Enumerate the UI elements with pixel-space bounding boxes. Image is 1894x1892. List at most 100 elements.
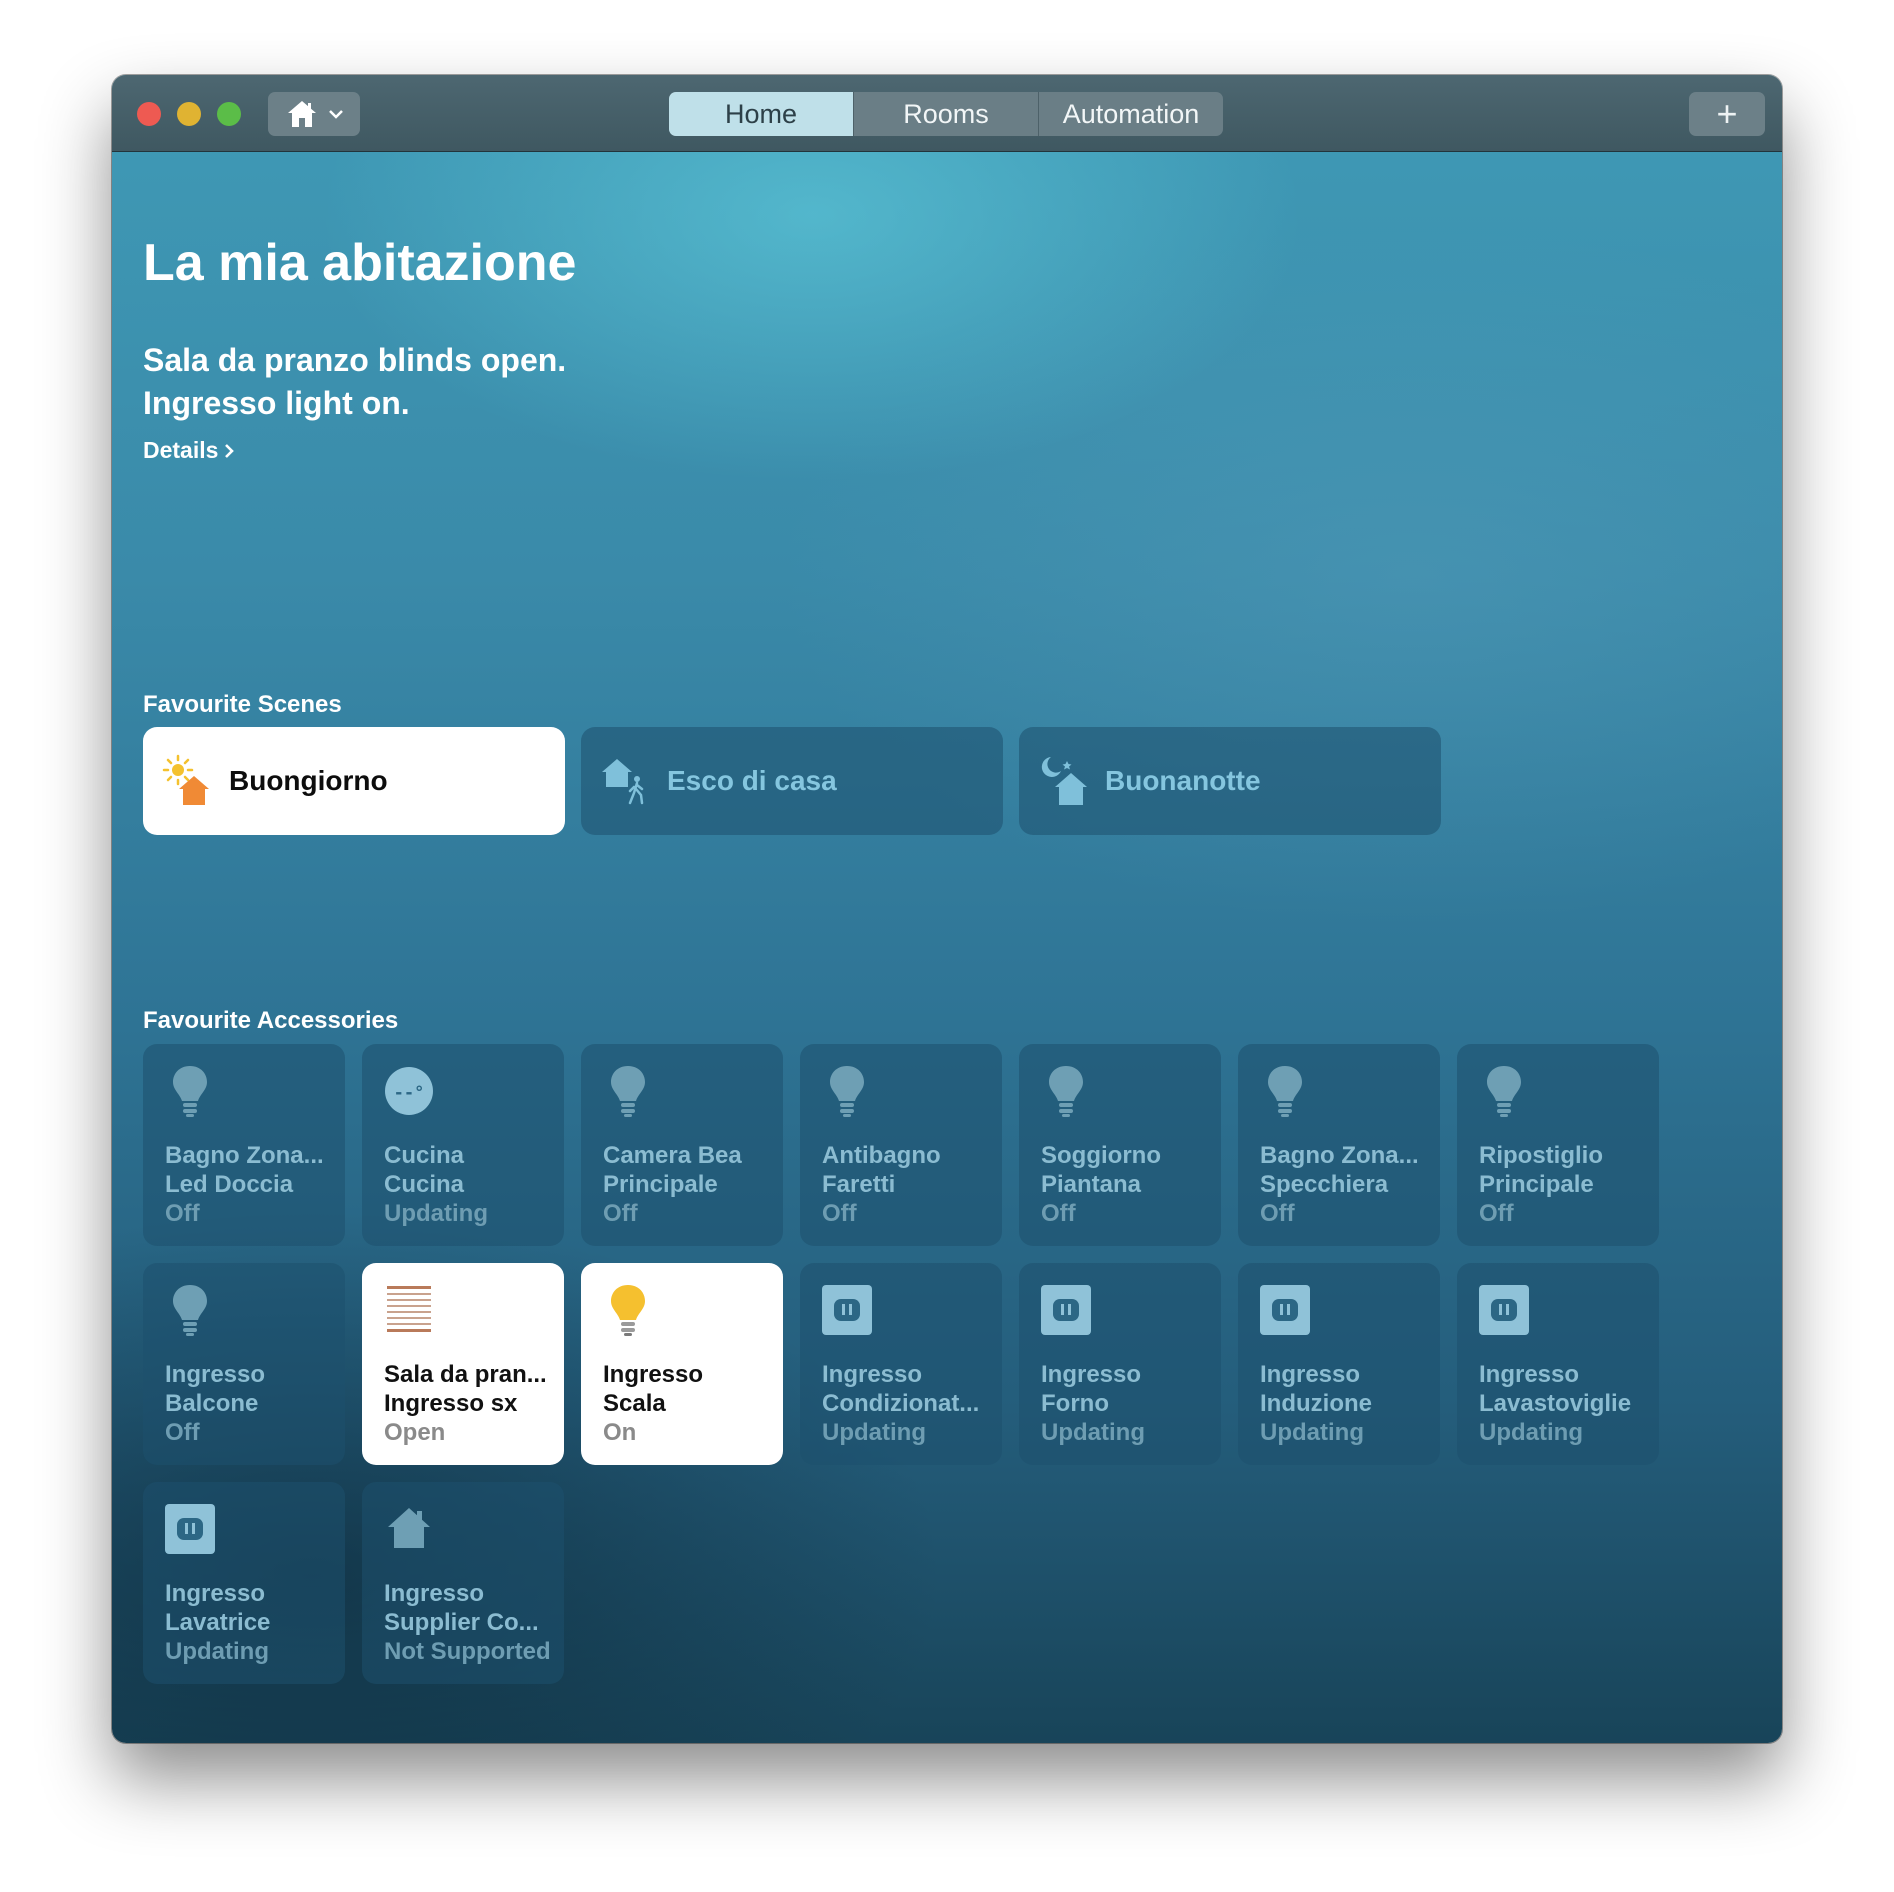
home-selector-button[interactable]	[268, 92, 360, 136]
house-icon	[288, 101, 316, 127]
view-tabs: Home Rooms Automation	[669, 92, 1223, 136]
accessory-name: Principale	[1479, 1171, 1594, 1198]
accessory-name: Forno	[1041, 1390, 1109, 1417]
house-icon	[384, 1502, 434, 1556]
accessory-tile[interactable]: Antibagno Faretti Off	[800, 1044, 1002, 1246]
tab-automation[interactable]: Automation	[1038, 92, 1223, 136]
lightbulb-icon	[603, 1064, 653, 1118]
accessory-tile[interactable]: Camera Bea Principale Off	[581, 1044, 783, 1246]
accessory-tile[interactable]: Ripostiglio Principale Off	[1457, 1044, 1659, 1246]
accessory-room: Camera Bea	[603, 1142, 742, 1169]
accessory-tile[interactable]: Ingresso Forno Updating	[1019, 1263, 1221, 1465]
leave-home-icon	[602, 759, 644, 805]
accessory-text: Antibagno Faretti Off	[822, 1141, 992, 1228]
accessory-room: Ingresso	[1479, 1361, 1580, 1388]
lightbulb-icon	[165, 1064, 215, 1118]
accessory-name: Ingresso sx	[384, 1390, 518, 1417]
toolbar: Home Rooms Automation +	[112, 75, 1782, 152]
accessory-name: Specchiera	[1260, 1171, 1389, 1198]
status-line: Ingresso light on.	[143, 385, 410, 421]
accessory-text: Ripostiglio Principale Off	[1479, 1141, 1649, 1228]
zoom-window-button[interactable]	[217, 102, 241, 126]
accessory-state: Not Supported	[384, 1638, 551, 1665]
accessory-text: Ingresso Forno Updating	[1041, 1360, 1211, 1447]
accessory-name: Balcone	[165, 1390, 259, 1417]
accessory-text: Soggiorno Piantana Off	[1041, 1141, 1211, 1228]
accessory-tile[interactable]: Bagno Zona... Led Doccia Off	[143, 1044, 345, 1246]
accessory-tile[interactable]: Ingresso Induzione Updating	[1238, 1263, 1440, 1465]
accessory-room: Cucina	[384, 1142, 465, 1169]
accessory-name: Led Doccia	[165, 1171, 294, 1198]
tab-home[interactable]: Home	[669, 92, 853, 136]
accessory-text: Camera Bea Principale Off	[603, 1141, 773, 1228]
chevron-right-icon	[225, 443, 235, 458]
accessory-state: Updating	[1479, 1419, 1583, 1446]
accessory-state: Updating	[1260, 1419, 1364, 1446]
lightbulb-icon	[165, 1283, 215, 1337]
accessory-text: Bagno Zona... Led Doccia Off	[165, 1141, 335, 1228]
details-link[interactable]: Details	[143, 437, 235, 464]
scene-label: Esco di casa	[667, 765, 837, 796]
accessory-room: Soggiorno	[1041, 1142, 1161, 1169]
add-button[interactable]: +	[1689, 92, 1765, 136]
accessory-room: Bagno Zona...	[165, 1142, 324, 1169]
outlet-icon	[1479, 1283, 1529, 1337]
accessory-tile[interactable]: Ingresso Condizionat... Updating	[800, 1263, 1002, 1465]
lightbulb-icon	[822, 1064, 872, 1118]
accessory-name: Lavatrice	[165, 1609, 271, 1636]
blinds-icon	[384, 1283, 434, 1337]
accessory-text: Ingresso Lavatrice Updating	[165, 1579, 335, 1666]
accessory-tile[interactable]: Ingresso Balcone Off	[143, 1263, 345, 1465]
favourite-scenes-title: Favourite Scenes	[143, 691, 342, 718]
scene-buongiorno[interactable]: Buongiorno	[143, 727, 565, 835]
home-app-window: Home Rooms Automation + La mia abitazion…	[112, 75, 1782, 1743]
accessory-state: Off	[1479, 1200, 1514, 1227]
close-window-button[interactable]	[137, 102, 161, 126]
accessory-name: Induzione	[1260, 1390, 1372, 1417]
scene-esco-di-casa[interactable]: Esco di casa	[581, 727, 1003, 835]
accessory-text: Ingresso Induzione Updating	[1260, 1360, 1430, 1447]
accessory-tile[interactable]: Ingresso Scala On	[581, 1263, 783, 1465]
accessory-name: Principale	[603, 1171, 718, 1198]
accessory-state: Off	[603, 1200, 638, 1227]
accessory-name: Supplier Co...	[384, 1609, 539, 1636]
accessory-room: Ingresso	[1041, 1361, 1142, 1388]
scene-label: Buongiorno	[229, 765, 388, 796]
scene-buonanotte[interactable]: Buonanotte	[1019, 727, 1441, 835]
lightbulb-icon	[1041, 1064, 1091, 1118]
accessory-tile[interactable]: Soggiorno Piantana Off	[1019, 1044, 1221, 1246]
accessory-state: Updating	[384, 1200, 488, 1227]
accessory-room: Ingresso	[1260, 1361, 1361, 1388]
accessory-tile[interactable]: --° Cucina Cucina Updating	[362, 1044, 564, 1246]
accessory-room: Antibagno	[822, 1142, 941, 1169]
thermostat-icon: --°	[384, 1064, 434, 1118]
accessory-text: Ingresso Supplier Co... Not Supported	[384, 1579, 554, 1666]
accessory-name: Piantana	[1041, 1171, 1142, 1198]
home-status: Sala da pranzo blinds open. Ingresso lig…	[143, 339, 566, 425]
accessory-text: Cucina Cucina Updating	[384, 1141, 554, 1228]
accessory-text: Ingresso Balcone Off	[165, 1360, 335, 1447]
accessory-tile[interactable]: Sala da pran... Ingresso sx Open	[362, 1263, 564, 1465]
lightbulb-icon	[1260, 1064, 1310, 1118]
accessory-tile[interactable]: Ingresso Lavastoviglie Updating	[1457, 1263, 1659, 1465]
accessory-tile[interactable]: Ingresso Lavatrice Updating	[143, 1482, 345, 1684]
accessory-room: Ingresso	[822, 1361, 923, 1388]
svg-text:--°: --°	[394, 1083, 425, 1103]
minimize-window-button[interactable]	[177, 102, 201, 126]
accessory-state: Off	[822, 1200, 857, 1227]
status-line: Sala da pranzo blinds open.	[143, 342, 567, 378]
accessory-state: On	[603, 1419, 637, 1446]
outlet-icon	[1260, 1283, 1310, 1337]
accessory-state: Updating	[822, 1419, 926, 1446]
lightbulb-icon	[1479, 1064, 1529, 1118]
tab-rooms[interactable]: Rooms	[853, 92, 1038, 136]
scene-label: Buonanotte	[1105, 765, 1261, 796]
outlet-icon	[165, 1502, 215, 1556]
favourite-accessories-title: Favourite Accessories	[143, 1007, 399, 1034]
accessory-tile[interactable]: Bagno Zona... Specchiera Off	[1238, 1044, 1440, 1246]
accessory-tile[interactable]: Ingresso Supplier Co... Not Supported	[362, 1482, 564, 1684]
accessory-state: Updating	[165, 1638, 269, 1665]
page-title: La mia abitazione	[143, 234, 577, 292]
accessory-text: Ingresso Lavastoviglie Updating	[1479, 1360, 1649, 1447]
accessory-name: Scala	[603, 1390, 666, 1417]
